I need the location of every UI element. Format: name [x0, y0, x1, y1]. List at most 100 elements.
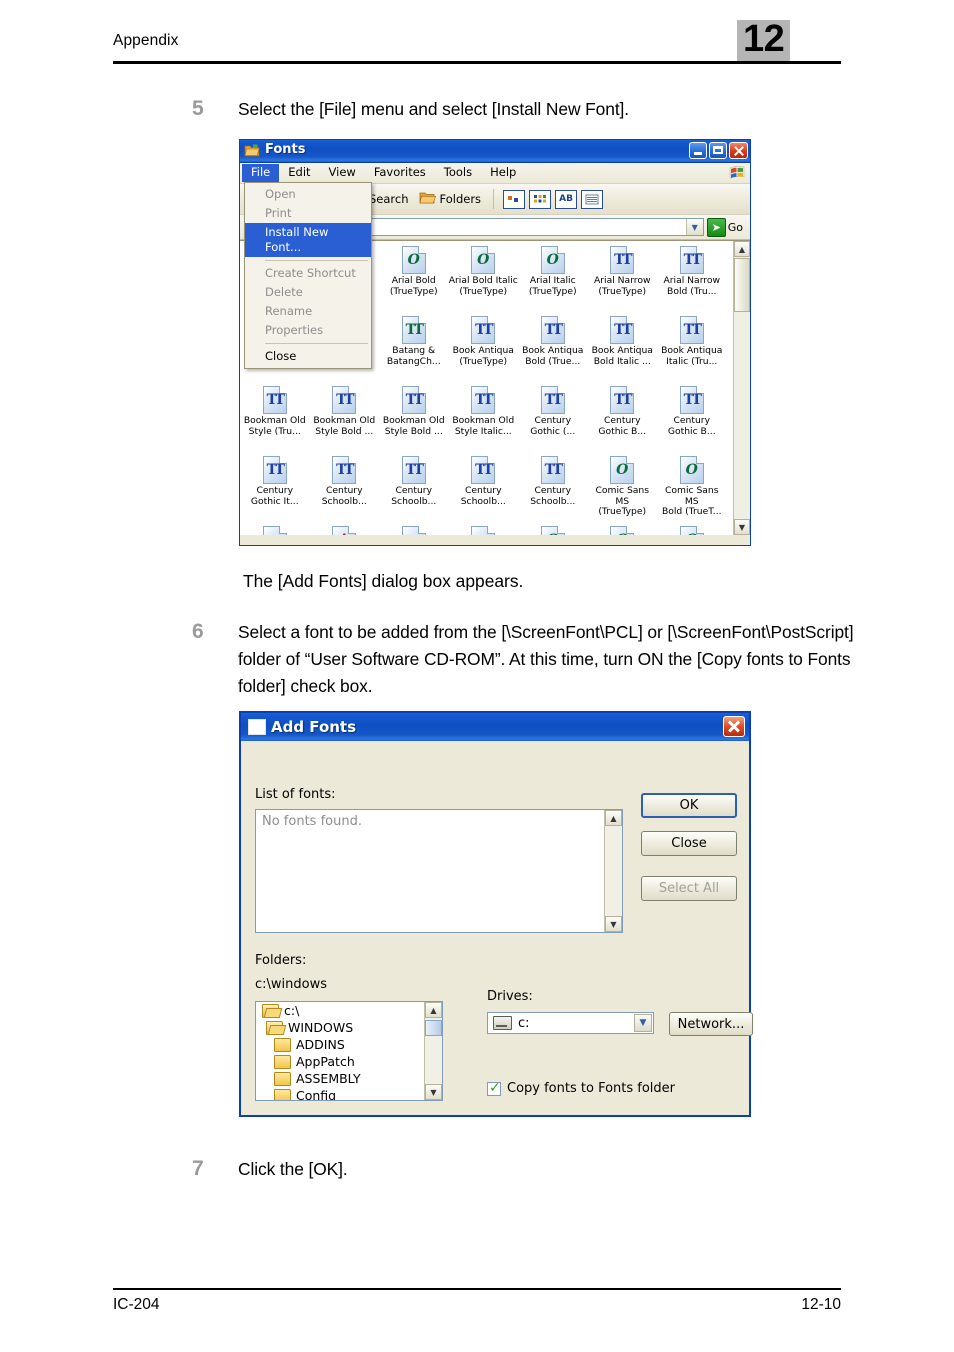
font-item[interactable]: TT Century Schoolb...: [379, 453, 449, 523]
menu-item-print[interactable]: Print: [245, 204, 371, 223]
menu-item-open[interactable]: Open: [245, 185, 371, 204]
add-fonts-dialog[interactable]: Add Fonts List of fonts: No fonts found.…: [239, 711, 753, 1117]
menu-help[interactable]: Help: [481, 164, 525, 182]
font-item[interactable]: a: [240, 523, 310, 535]
maximize-button[interactable]: [709, 142, 727, 159]
scroll-up-icon[interactable]: ▲: [734, 241, 750, 257]
tree-item-windows[interactable]: WINDOWS: [256, 1019, 442, 1036]
drives-label: Drives:: [487, 989, 533, 1004]
font-name-line1: Bookman Old: [313, 415, 376, 426]
font-item[interactable]: TT Century Schoolb...: [449, 453, 519, 523]
font-name-line1: Century: [603, 415, 641, 426]
menu-view[interactable]: View: [320, 164, 365, 182]
close-icon[interactable]: [729, 142, 748, 159]
font-item[interactable]: TT Century Schoolb...: [518, 453, 588, 523]
font-item[interactable]: O Arial Italic (TrueType): [518, 243, 588, 313]
tree-item-apppatch[interactable]: AppPatch: [256, 1053, 442, 1070]
scroll-down-icon[interactable]: ▼: [425, 1084, 442, 1100]
folder-tree[interactable]: c:\ WINDOWS ADDINS AppPatch ASSEMBLY Con…: [255, 1001, 443, 1101]
font-name-line2: Bold Italic ...: [593, 355, 651, 367]
ab-view-icon[interactable]: AB: [555, 189, 578, 209]
tree-item-assembly[interactable]: ASSEMBLY: [256, 1070, 442, 1087]
menu-item-properties[interactable]: Properties: [245, 321, 371, 340]
scroll-down-icon[interactable]: ▼: [605, 916, 622, 932]
menu-edit[interactable]: Edit: [279, 164, 319, 182]
menu-item-close[interactable]: Close: [245, 347, 371, 366]
tree-item-root[interactable]: c:\: [256, 1002, 442, 1019]
close-button[interactable]: Close: [641, 831, 737, 856]
fonts-window[interactable]: Fonts File Edit View Favorites Tools Hel…: [239, 139, 751, 546]
font-item[interactable]: TT Bookman Old Style Bold ...: [379, 383, 449, 453]
copy-fonts-checkbox[interactable]: ✓: [487, 1081, 501, 1096]
menu-item-install-new-font[interactable]: Install New Font...: [245, 223, 371, 257]
scrollbar-thumb[interactable]: [734, 258, 750, 312]
step-5-number: 5: [192, 97, 204, 120]
chevron-down-icon[interactable]: ▼: [634, 1014, 652, 1032]
tiles-view-icon[interactable]: [503, 189, 526, 209]
go-button[interactable]: ➤ Go: [706, 217, 747, 237]
fonts-list-scrollbar[interactable]: ▲ ▼: [733, 241, 750, 535]
minimize-button[interactable]: [689, 142, 707, 159]
menu-item-rename[interactable]: Rename: [245, 302, 371, 321]
chevron-down-icon[interactable]: ▼: [685, 219, 703, 235]
add-fonts-titlebar[interactable]: Add Fonts: [241, 713, 749, 741]
font-item[interactable]: TT Century Gothic B...: [657, 383, 727, 453]
folder-tree-scrollbar[interactable]: ▲ ▼: [424, 1002, 442, 1100]
scroll-up-icon[interactable]: ▲: [605, 810, 622, 826]
font-item[interactable]: O Comic Sans MS (TrueType): [588, 453, 658, 523]
folders-button[interactable]: Folders: [416, 189, 485, 210]
font-item[interactable]: O: [657, 523, 727, 535]
font-item[interactable]: TT Book Antiqua Bold Italic ...: [588, 313, 658, 383]
folder-icon: [274, 1037, 291, 1052]
menu-tools[interactable]: Tools: [435, 164, 481, 182]
folder-icon: [274, 1054, 291, 1069]
icons-view-icon[interactable]: [529, 189, 552, 209]
font-item[interactable]: TT Arial Narrow (TrueType): [588, 243, 658, 313]
font-item[interactable]: O: [588, 523, 658, 535]
tree-item-config[interactable]: Config: [256, 1087, 442, 1100]
opentype-font-icon: O: [679, 456, 704, 484]
font-item[interactable]: A: [310, 523, 380, 535]
font-item[interactable]: TT Century Schoolb...: [310, 453, 380, 523]
fonts-window-titlebar[interactable]: Fonts: [240, 140, 750, 163]
font-item[interactable]: TT Century Gothic (...: [518, 383, 588, 453]
font-item[interactable]: a: [449, 523, 519, 535]
font-item[interactable]: O Arial Bold (TrueType): [379, 243, 449, 313]
copy-fonts-checkbox-row[interactable]: ✓ Copy fonts to Fonts folder: [487, 1081, 675, 1096]
close-icon[interactable]: [723, 716, 745, 737]
font-name-line2: (TrueType): [389, 285, 438, 297]
file-dropdown-menu[interactable]: Open Print Install New Font... Create Sh…: [244, 182, 372, 369]
scroll-up-icon[interactable]: ▲: [425, 1002, 442, 1018]
menu-file[interactable]: File: [242, 164, 280, 182]
font-list-scrollbar[interactable]: ▲ ▼: [604, 810, 622, 932]
network-button[interactable]: Network...: [669, 1012, 753, 1036]
menu-item-create-shortcut[interactable]: Create Shortcut: [245, 264, 371, 283]
font-item[interactable]: TT Bookman Old Style (Tru...: [240, 383, 310, 453]
font-item[interactable]: TT Book Antiqua Italic (Tru...: [657, 313, 727, 383]
font-item[interactable]: TT Bookman Old Style Bold ...: [310, 383, 380, 453]
font-item[interactable]: O Comic Sans MS Bold (TrueT...: [657, 453, 727, 523]
font-item[interactable]: O: [518, 523, 588, 535]
menu-item-delete[interactable]: Delete: [245, 283, 371, 302]
menu-favorites[interactable]: Favorites: [365, 164, 435, 182]
scrollbar-thumb[interactable]: [425, 1020, 442, 1036]
tree-item-addins[interactable]: ADDINS: [256, 1036, 442, 1053]
drives-select[interactable]: c: ▼: [487, 1012, 654, 1034]
font-item[interactable]: TT Book Antiqua Bold (True...: [518, 313, 588, 383]
select-all-button[interactable]: Select All: [641, 876, 737, 901]
details-view-icon[interactable]: [581, 189, 604, 209]
font-item[interactable]: a: [379, 523, 449, 535]
font-item[interactable]: TT Century Gothic B...: [588, 383, 658, 453]
font-name-line1: Bookman Old: [243, 415, 306, 426]
font-item[interactable]: TT Arial Narrow Bold (Tru...: [657, 243, 727, 313]
font-item[interactable]: O Arial Bold Italic (TrueType): [449, 243, 519, 313]
fonts-menubar[interactable]: File Edit View Favorites Tools Help: [240, 163, 750, 184]
font-item[interactable]: TT Century Gothic It...: [240, 453, 310, 523]
font-list-box[interactable]: No fonts found. ▲ ▼: [255, 809, 623, 933]
font-item[interactable]: TT Batang & BatangCh...: [379, 313, 449, 383]
font-item[interactable]: TT Bookman Old Style Italic...: [449, 383, 519, 453]
ok-button[interactable]: OK: [641, 793, 737, 818]
font-item[interactable]: TT Book Antiqua (TrueType): [449, 313, 519, 383]
scroll-down-icon[interactable]: ▼: [734, 519, 750, 535]
font-name-line2: Schoolb...: [321, 495, 367, 507]
